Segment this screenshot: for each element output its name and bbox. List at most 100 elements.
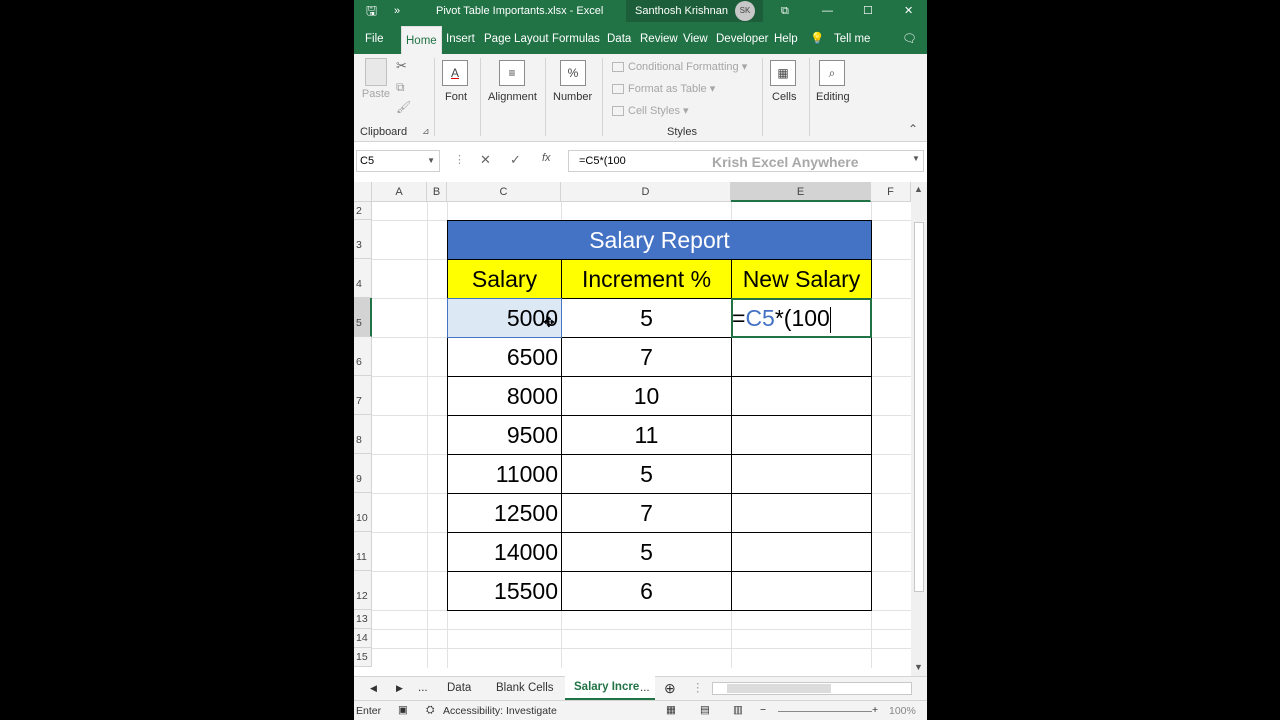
font-button[interactable]: Font: [445, 91, 467, 103]
accessibility-icon[interactable]: ⛭: [426, 704, 434, 717]
column-header-c[interactable]: C: [447, 182, 561, 202]
select-all-corner[interactable]: [354, 182, 372, 202]
tab-data[interactable]: Data: [607, 30, 631, 54]
row-header-9[interactable]: 9: [354, 454, 372, 493]
increment-cell[interactable]: 11: [562, 416, 731, 454]
column-header-b[interactable]: B: [427, 182, 447, 202]
name-box[interactable]: C5 ▼: [356, 150, 440, 172]
increment-cell[interactable]: 7: [562, 494, 731, 532]
format-as-table-button[interactable]: Format as Table ▾: [612, 82, 715, 95]
save-icon[interactable]: 🖫: [366, 0, 377, 22]
salary-cell[interactable]: 9500: [448, 416, 558, 454]
tab-file[interactable]: File: [365, 30, 384, 54]
row-header-3[interactable]: 3: [354, 220, 372, 259]
page-layout-view-icon[interactable]: ▤: [700, 704, 710, 716]
drag-handle-icon[interactable]: ⋮: [454, 153, 465, 166]
chevron-down-icon[interactable]: ▼: [427, 151, 435, 171]
horizontal-scroll-thumb[interactable]: [727, 684, 831, 693]
salary-cell[interactable]: 15500: [448, 572, 558, 610]
scroll-up-icon[interactable]: ▲: [914, 184, 923, 194]
tab-developer[interactable]: Developer: [716, 30, 768, 54]
row-header-6[interactable]: 6: [354, 337, 372, 376]
comments-icon[interactable]: 🗨: [902, 30, 917, 54]
dialog-launcher-icon[interactable]: ⊿: [422, 126, 430, 137]
tab-home[interactable]: Home: [401, 26, 442, 54]
editing-icon[interactable]: ⌕: [819, 60, 845, 86]
scroll-thumb[interactable]: [914, 222, 924, 592]
new-sheet-button[interactable]: ⊕: [664, 677, 676, 700]
close-button[interactable]: ✕: [904, 0, 913, 22]
increment-cell[interactable]: 5: [562, 533, 731, 571]
row-header-8[interactable]: 8: [354, 415, 372, 454]
sheet-tab-data[interactable]: Data: [447, 677, 471, 700]
cut-icon[interactable]: ✂: [396, 58, 407, 74]
tab-view[interactable]: View: [683, 30, 708, 54]
formula-input[interactable]: =C5*(100 Krish Excel Anywhere: [568, 150, 924, 172]
copy-icon[interactable]: ⧉: [396, 80, 405, 95]
drag-handle-icon[interactable]: ⋮: [692, 677, 704, 700]
row-header-5[interactable]: 5: [354, 298, 372, 337]
number-format-icon[interactable]: %: [560, 60, 586, 86]
zoom-level[interactable]: 100%: [889, 705, 916, 717]
salary-cell[interactable]: 6500: [448, 338, 558, 376]
row-header-12[interactable]: 12: [354, 571, 372, 610]
expand-formula-icon[interactable]: ▼: [912, 154, 920, 163]
row-header-14[interactable]: 14: [354, 629, 372, 648]
cancel-icon[interactable]: ✕: [480, 152, 491, 168]
tab-formulas[interactable]: Formulas: [552, 30, 600, 54]
macro-record-icon[interactable]: ▣: [398, 704, 408, 716]
increment-cell[interactable]: 5: [562, 455, 731, 493]
worksheet-grid[interactable]: A B C D E F 2 3 4 5 6 7 8 9 10 11 12 13 …: [354, 182, 911, 668]
header-increment[interactable]: Increment %: [562, 260, 731, 298]
tell-me-search[interactable]: Tell me: [834, 30, 870, 54]
column-header-f[interactable]: F: [871, 182, 911, 202]
column-header-a[interactable]: A: [372, 182, 427, 202]
page-break-view-icon[interactable]: ▥: [733, 704, 743, 716]
scroll-down-icon[interactable]: ▼: [914, 662, 923, 672]
row-header-2[interactable]: 2: [354, 202, 372, 220]
vertical-scrollbar[interactable]: ▲ ▼: [911, 182, 927, 676]
zoom-in-icon[interactable]: +: [872, 704, 878, 716]
alignment-icon[interactable]: ≡: [499, 60, 525, 86]
conditional-formatting-button[interactable]: Conditional Formatting ▾: [612, 60, 747, 73]
format-painter-icon[interactable]: 🖌: [396, 100, 411, 114]
salary-cell[interactable]: 11000: [448, 455, 558, 493]
avatar[interactable]: SK: [735, 1, 755, 21]
enter-icon[interactable]: ✓: [510, 152, 521, 168]
row-header-13[interactable]: 13: [354, 610, 372, 629]
horizontal-scrollbar[interactable]: [712, 682, 912, 695]
maximize-button[interactable]: ☐: [863, 0, 873, 22]
increment-cell[interactable]: 10: [562, 377, 731, 415]
tab-insert[interactable]: Insert: [446, 30, 475, 54]
zoom-out-icon[interactable]: −: [760, 704, 766, 716]
column-header-d[interactable]: D: [561, 182, 731, 202]
zoom-slider[interactable]: [778, 711, 872, 712]
alignment-button[interactable]: Alignment: [488, 91, 537, 103]
next-sheets-ellipsis[interactable]: ...: [640, 677, 650, 700]
salary-cell[interactable]: 12500: [448, 494, 558, 532]
tab-review[interactable]: Review: [640, 30, 678, 54]
more-commands-icon[interactable]: »: [394, 0, 400, 22]
row-header-11[interactable]: 11: [354, 532, 372, 571]
scroll-left-icon[interactable]: ◀: [370, 677, 377, 700]
scroll-right-icon[interactable]: ▶: [396, 677, 403, 700]
row-header-15[interactable]: 15: [354, 648, 372, 667]
cell-styles-button[interactable]: Cell Styles ▾: [612, 104, 689, 117]
row-header-10[interactable]: 10: [354, 493, 372, 532]
tab-page-layout[interactable]: Page Layout: [484, 30, 549, 54]
increment-cell[interactable]: 7: [562, 338, 731, 376]
normal-view-icon[interactable]: ▦: [666, 704, 676, 716]
salary-cell[interactable]: 14000: [448, 533, 558, 571]
tab-help[interactable]: Help: [774, 30, 798, 54]
column-header-e[interactable]: E: [731, 182, 871, 202]
collapse-ribbon-icon[interactable]: ⌃: [908, 122, 918, 136]
row-header-7[interactable]: 7: [354, 376, 372, 415]
report-title[interactable]: Salary Report: [448, 221, 871, 259]
insert-function-icon[interactable]: fx: [542, 152, 551, 164]
previous-sheets-ellipsis[interactable]: ...: [418, 677, 428, 700]
header-salary[interactable]: Salary: [448, 260, 561, 298]
cells-button[interactable]: Cells: [772, 91, 796, 103]
paste-button[interactable]: Paste: [358, 58, 394, 100]
sheet-tab-blank-cells[interactable]: Blank Cells: [496, 677, 554, 700]
minimize-button[interactable]: —: [822, 0, 833, 22]
